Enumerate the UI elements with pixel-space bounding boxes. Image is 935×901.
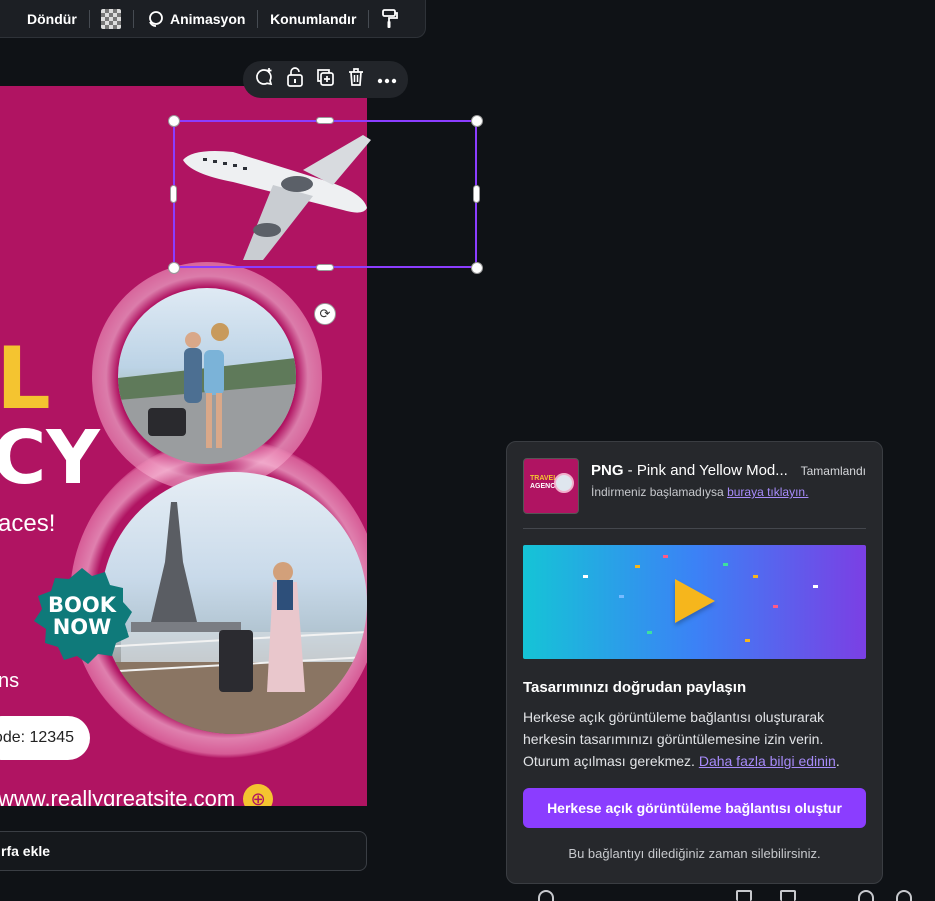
paris-photo[interactable]: [101, 472, 367, 734]
download-file-row: TRAVEL AGENCY PNG - Pink and Yellow Mod.…: [523, 458, 866, 514]
trash-icon[interactable]: [344, 67, 368, 92]
download-hint-text: İndirmeniz başlamadıysa: [591, 485, 728, 499]
resize-handle-top[interactable]: [316, 117, 334, 124]
badge-line-1: BOOK: [48, 592, 116, 617]
animate-button[interactable]: Animasyon: [134, 10, 257, 28]
subtext-fragment[interactable]: ns: [0, 670, 19, 693]
resize-handle-bottom-left[interactable]: [168, 262, 180, 274]
resize-handle-right[interactable]: [473, 185, 480, 203]
book-now-badge[interactable]: BOOK NOW: [30, 566, 134, 666]
promo-code-text: ode: 12345: [0, 729, 74, 746]
paint-roller-icon: [382, 8, 398, 28]
position-button[interactable]: Konumlandır: [258, 11, 368, 27]
website-line[interactable]: www.reallygreatsite.com ⊕: [0, 784, 274, 806]
animate-icon: [149, 10, 163, 27]
element-toolbar: Döndür Animasyon Konumlandır: [0, 0, 426, 38]
paris-illustration: [101, 502, 367, 734]
resize-handle-top-right[interactable]: [471, 115, 483, 127]
rotate-handle-icon[interactable]: ⟳: [314, 303, 336, 325]
headline-travel-fragment[interactable]: L: [0, 336, 51, 422]
download-status: Tamamlandı: [800, 463, 866, 478]
animate-label: Animasyon: [169, 10, 246, 27]
grid-view-icon[interactable]: [780, 890, 796, 901]
retry-download-link[interactable]: buraya tıklayın.: [727, 485, 808, 499]
globe-icon: ⊕: [243, 784, 274, 806]
comment-add-icon[interactable]: [252, 67, 276, 92]
file-format: PNG: [591, 462, 624, 479]
file-name: PNG - Pink and Yellow Mod...: [591, 462, 788, 479]
selection-box: [173, 120, 477, 268]
badge-line-2: NOW: [52, 615, 112, 639]
thumbnail-circle: [554, 473, 574, 493]
element-context-menu: [243, 61, 408, 98]
lock-icon[interactable]: [283, 67, 307, 92]
download-complete-dialog: TRAVEL AGENCY PNG - Pink and Yellow Mod.…: [506, 441, 883, 884]
rotate-label: Döndür: [27, 10, 77, 27]
resize-handle-bottom-right[interactable]: [471, 262, 483, 274]
share-body-period: .: [835, 753, 840, 769]
learn-more-link[interactable]: Daha fazla bilgi edinin: [699, 753, 836, 769]
transparency-button[interactable]: [89, 8, 133, 29]
checkerboard-icon: [101, 8, 122, 29]
resize-handle-left[interactable]: [170, 185, 177, 203]
help-icon[interactable]: [896, 890, 912, 901]
download-hint: İndirmeniz başlamadıysa buraya tıklayın.: [591, 485, 866, 499]
position-label: Konumlandır: [270, 10, 357, 27]
dialog-divider: [523, 528, 866, 529]
promo-code-pill[interactable]: ode: 12345: [0, 716, 90, 760]
travelers-photo[interactable]: [118, 288, 296, 464]
resize-handle-top-left[interactable]: [168, 115, 180, 127]
badge-label: BOOK NOW: [30, 566, 134, 666]
resize-handle-bottom[interactable]: [316, 264, 334, 271]
fullscreen-icon[interactable]: [858, 890, 874, 901]
page-indicator-icon[interactable]: [538, 890, 554, 901]
travelers-illustration: [118, 323, 296, 464]
share-description: Herkese açık görüntüleme bağlantısı oluş…: [523, 706, 866, 772]
more-icon[interactable]: [375, 71, 399, 89]
file-title: - Pink and Yellow Mod...: [623, 462, 788, 479]
copy-style-button[interactable]: [369, 8, 411, 29]
share-illustration: [523, 545, 866, 659]
bottom-bar-icons: [530, 890, 930, 901]
design-thumbnail: TRAVEL AGENCY: [523, 458, 579, 514]
rotate-button[interactable]: Döndür: [15, 11, 89, 27]
tagline-text[interactable]: aces!: [0, 510, 55, 538]
play-icon: [675, 579, 715, 623]
duplicate-icon[interactable]: [313, 67, 337, 92]
add-page-button[interactable]: rfa ekle: [0, 831, 367, 871]
file-info: PNG - Pink and Yellow Mod... Tamamlandı …: [591, 458, 866, 499]
add-page-label: rfa ekle: [1, 843, 51, 859]
headline-agency-fragment[interactable]: CY: [0, 421, 100, 495]
create-public-link-label: Herkese açık görüntüleme bağlantısı oluş…: [547, 800, 842, 816]
notes-icon[interactable]: [736, 890, 752, 901]
website-text: www.reallygreatsite.com: [0, 786, 236, 806]
share-heading: Tasarımınızı doğrudan paylaşın: [523, 679, 747, 696]
share-note: Bu bağlantıyı dilediğiniz zaman silebili…: [568, 846, 821, 861]
create-public-link-button[interactable]: Herkese açık görüntüleme bağlantısı oluş…: [523, 788, 866, 828]
